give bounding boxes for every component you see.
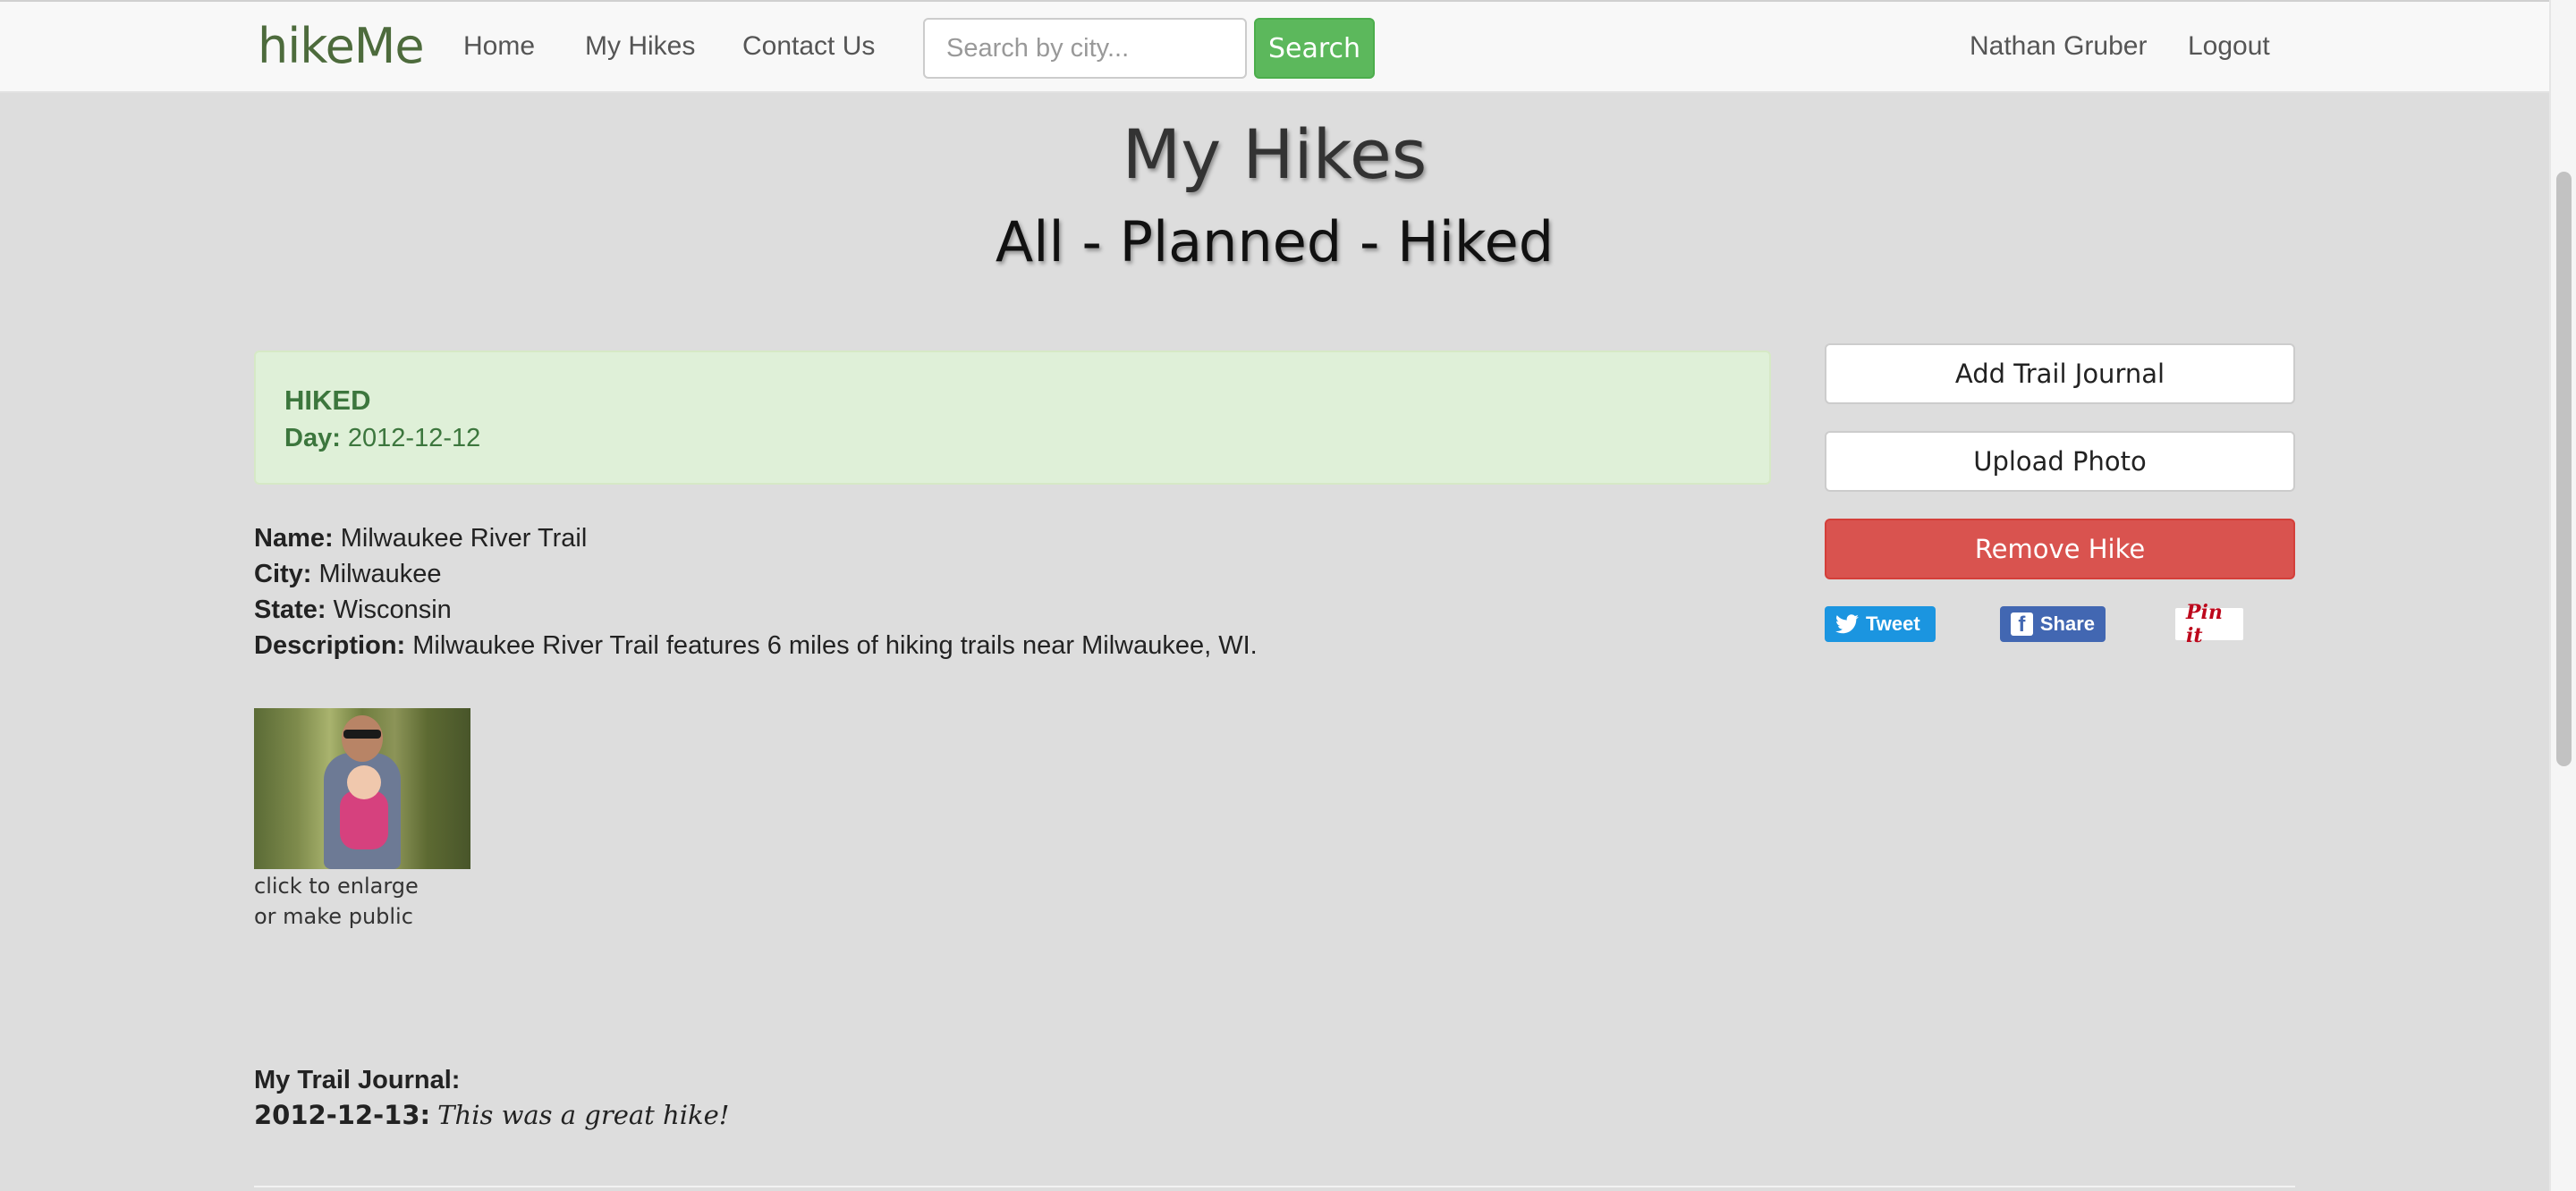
status-day: Day: 2012-12-12 — [284, 424, 1741, 453]
photo-baby-head — [347, 765, 381, 799]
user-name-link[interactable]: Nathan Gruber — [1970, 31, 2147, 62]
filter-separator: - — [1081, 209, 1102, 275]
upload-photo-button[interactable]: Upload Photo — [1825, 431, 2295, 492]
day-value: 2012-12-12 — [347, 424, 481, 452]
hike-description-row: Description: Milwaukee River Trail featu… — [254, 628, 1258, 663]
hike-description: Milwaukee River Trail features 6 miles o… — [412, 631, 1258, 660]
journal-entry: 2012-12-13: This was a great hike! — [254, 1100, 729, 1131]
filter-separator: - — [1359, 209, 1380, 275]
add-trail-journal-button[interactable]: Add Trail Journal — [1825, 343, 2295, 404]
logout-link[interactable]: Logout — [2188, 31, 2270, 62]
hike-photo-thumbnail[interactable] — [254, 708, 470, 869]
nav-link-home[interactable]: Home — [463, 31, 535, 62]
day-label: Day: — [284, 424, 341, 452]
twitter-bird-icon — [1835, 614, 1859, 634]
hike-filters: All - Planned - Hiked — [0, 209, 2549, 275]
remove-hike-button[interactable]: Remove Hike — [1825, 519, 2295, 579]
filter-all[interactable]: All — [996, 209, 1064, 275]
journal-title: My Trail Journal: — [254, 1066, 461, 1094]
hike-description-label: Description: — [254, 631, 406, 660]
pinterest-button[interactable]: Pin it — [2174, 601, 2245, 647]
nav-link-contact-us[interactable]: Contact Us — [742, 31, 875, 62]
hike-city: Milwaukee — [318, 560, 442, 588]
journal-entry-text: This was a great hike! — [437, 1100, 730, 1130]
tweet-button[interactable]: Tweet — [1825, 606, 1936, 642]
scrollbar[interactable] — [2549, 0, 2576, 1191]
photo-sunglasses — [343, 730, 381, 739]
photo-person-head — [342, 715, 383, 762]
hike-state-label: State: — [254, 596, 326, 624]
hike-city-row: City: Milwaukee — [254, 556, 1258, 592]
photo-caption-line2: or make public — [254, 904, 413, 929]
hike-city-label: City: — [254, 560, 312, 588]
search-button[interactable]: Search — [1254, 18, 1375, 79]
hike-name: Milwaukee River Trail — [340, 524, 588, 553]
search-input[interactable] — [923, 18, 1247, 79]
divider — [254, 1186, 2295, 1187]
hike-status-alert: HIKED Day: 2012-12-12 — [254, 351, 1771, 485]
hike-state-row: State: Wisconsin — [254, 592, 1258, 628]
navbar: hikeMe Home My Hikes Contact Us Search N… — [0, 0, 2549, 93]
hike-details: Name: Milwaukee River Trail City: Milwau… — [254, 520, 1258, 663]
pin-label: Pin it — [2186, 601, 2223, 647]
brand-logo[interactable]: hikeMe — [258, 18, 425, 74]
photo-caption-line1: click to enlarge — [254, 874, 419, 899]
page-title: My Hikes — [1122, 114, 1428, 194]
hike-name-row: Name: Milwaukee River Trail — [254, 520, 1258, 556]
facebook-icon: f — [2011, 612, 2033, 636]
share-label: Share — [2039, 612, 2095, 635]
facebook-share-button[interactable]: f Share — [2000, 606, 2106, 642]
hike-name-label: Name: — [254, 524, 334, 553]
scrollbar-thumb[interactable] — [2556, 172, 2572, 766]
filter-hiked[interactable]: Hiked — [1397, 209, 1554, 275]
status-label: HIKED — [284, 384, 371, 416]
photo-caption: click to enlarge or make public — [254, 871, 419, 932]
nav-link-my-hikes[interactable]: My Hikes — [585, 31, 695, 62]
hike-state: Wisconsin — [333, 596, 452, 624]
tweet-label: Tweet — [1866, 612, 1920, 635]
journal-entry-date: 2012-12-13: — [254, 1100, 431, 1130]
filter-planned[interactable]: Planned — [1120, 209, 1343, 275]
